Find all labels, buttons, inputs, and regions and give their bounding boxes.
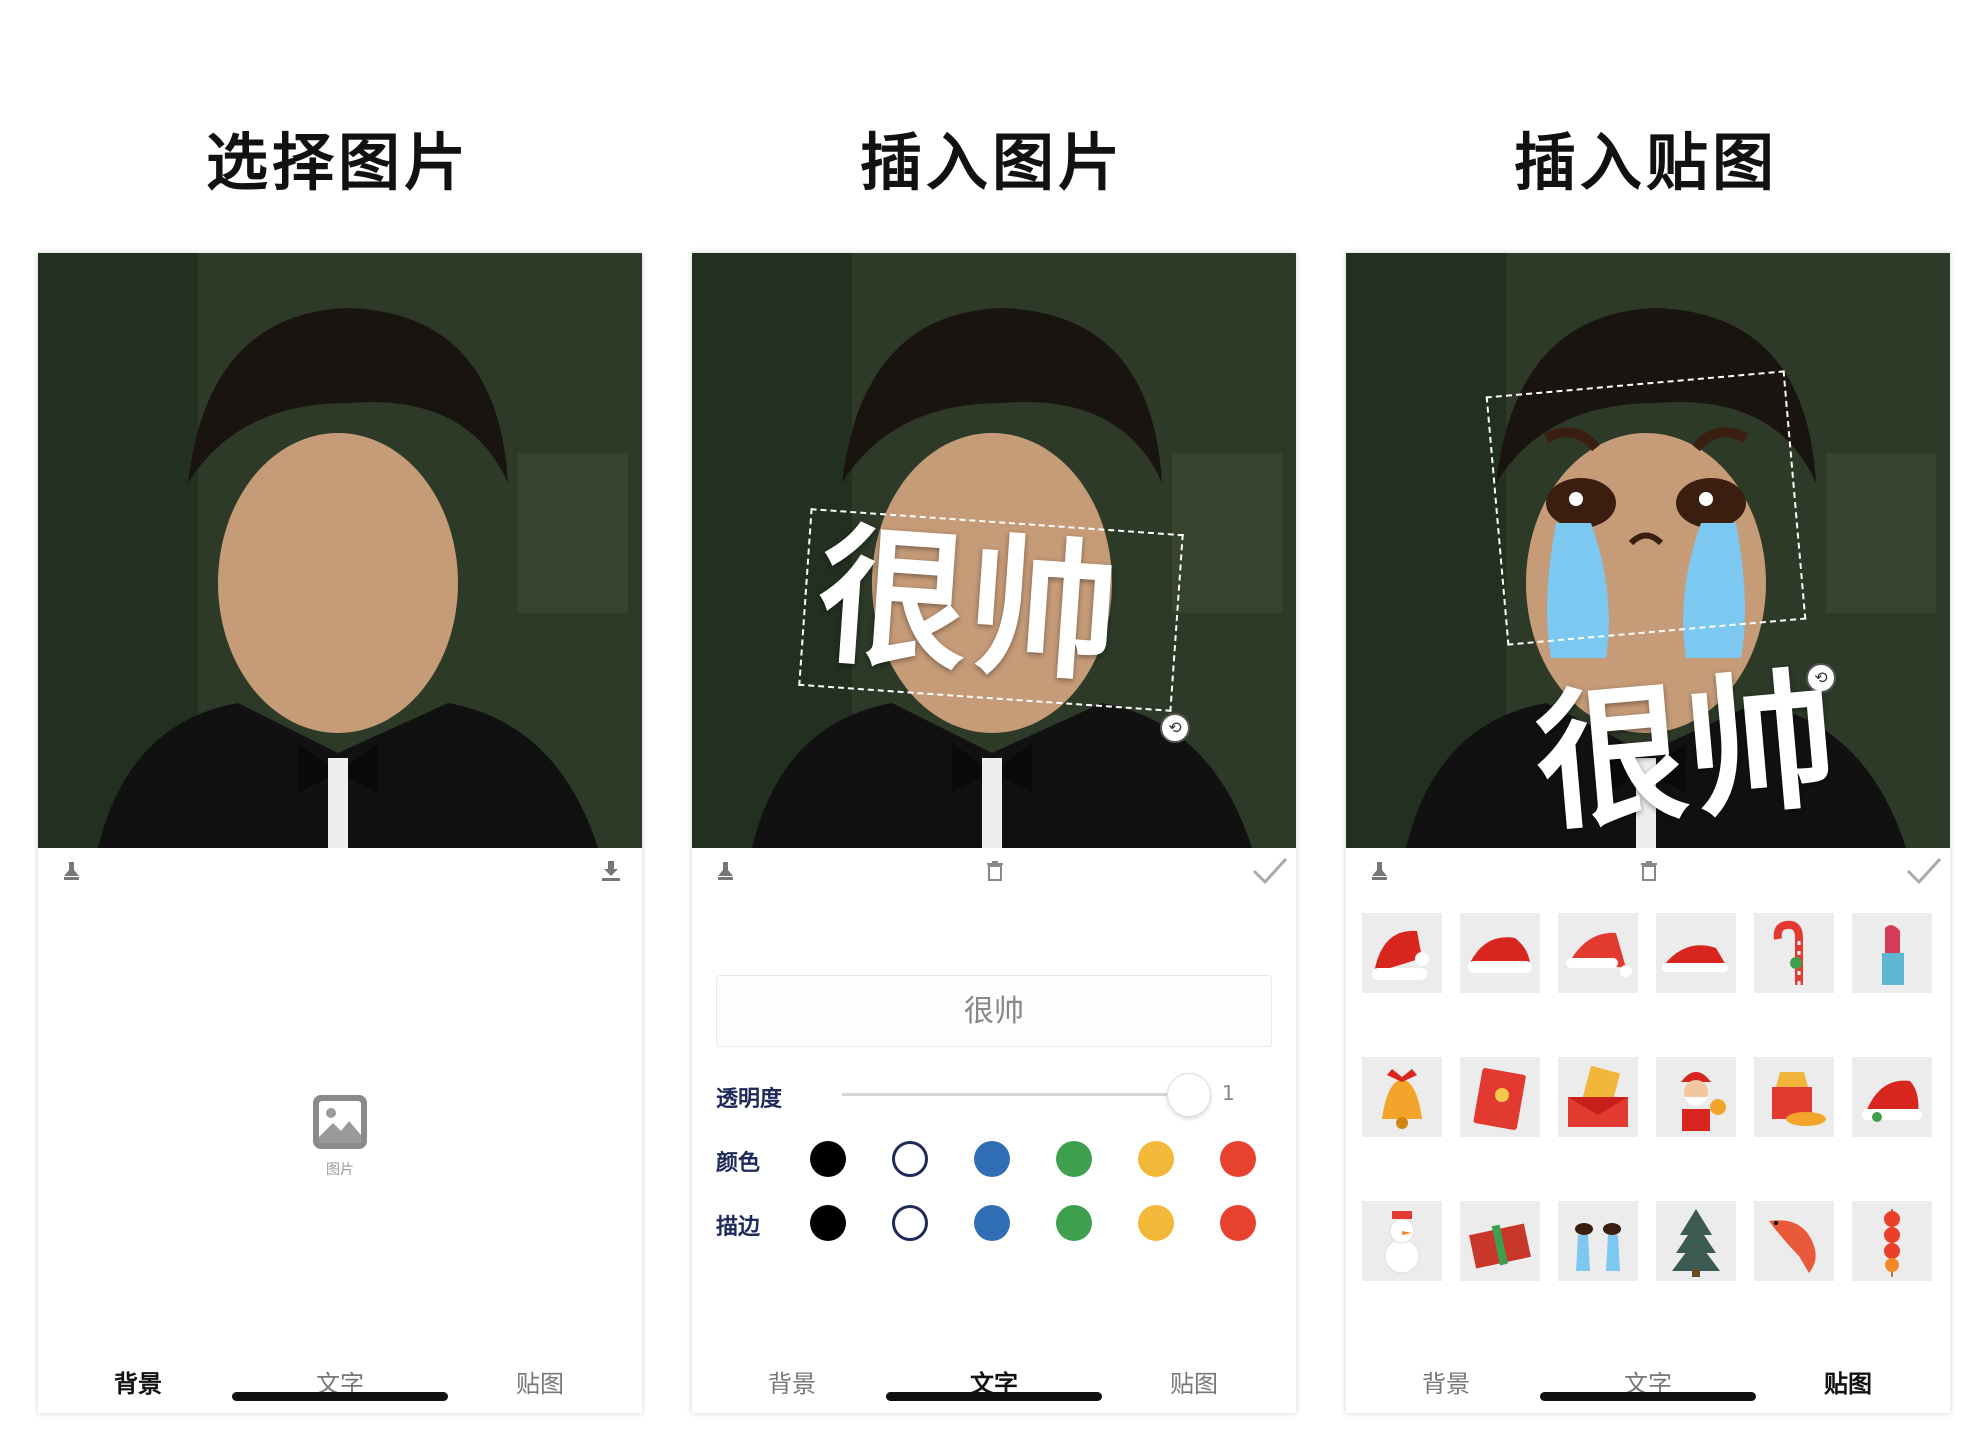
image-icon bbox=[313, 1095, 367, 1149]
opacity-value: 1 bbox=[1222, 1081, 1235, 1105]
choose-image-button[interactable]: 图片 bbox=[310, 1093, 370, 1179]
home-indicator bbox=[232, 1392, 448, 1401]
opacity-slider-knob[interactable] bbox=[1167, 1073, 1211, 1117]
tab-sticker[interactable]: 贴图 bbox=[470, 1364, 610, 1399]
trash-icon[interactable] bbox=[982, 858, 1008, 884]
sticker-christmas-tree[interactable] bbox=[1656, 1201, 1736, 1281]
phone-select-image: 图片 背景 文字 贴图 bbox=[38, 253, 642, 1413]
image-placeholder-label: 图片 bbox=[326, 1162, 354, 1178]
tab-bar: 背景 文字 贴图 bbox=[38, 1343, 642, 1413]
color-swatch-blue[interactable] bbox=[974, 1141, 1010, 1177]
tab-sticker[interactable]: 贴图 bbox=[1778, 1364, 1918, 1399]
trash-icon[interactable] bbox=[1636, 858, 1662, 884]
overlay-text: 很帅 bbox=[812, 509, 1124, 704]
opacity-label: 透明度 bbox=[716, 1087, 783, 1112]
tab-bar: 背景 文字 贴图 bbox=[1346, 1343, 1950, 1413]
stroke-swatch-yellow[interactable] bbox=[1138, 1205, 1174, 1241]
sticker-lipstick[interactable] bbox=[1852, 913, 1932, 993]
download-icon[interactable] bbox=[598, 858, 624, 884]
text-overlay-selection[interactable]: 很帅 bbox=[798, 508, 1184, 712]
color-swatch-yellow[interactable] bbox=[1138, 1141, 1174, 1177]
tab-background[interactable]: 背景 bbox=[68, 1364, 208, 1399]
sticker-candy-cane[interactable] bbox=[1754, 913, 1834, 993]
background-photo[interactable]: ⟲ 很帅 bbox=[1346, 253, 1950, 848]
sticker-red-envelope[interactable] bbox=[1460, 1057, 1540, 1137]
stroke-swatch-green[interactable] bbox=[1056, 1205, 1092, 1241]
home-indicator bbox=[1540, 1392, 1756, 1401]
sticker-red-envelope-open[interactable] bbox=[1558, 1057, 1638, 1137]
opacity-slider-track[interactable] bbox=[842, 1093, 1202, 1096]
sticker-candied-hawthorn[interactable] bbox=[1852, 1201, 1932, 1281]
stroke-swatch-blue[interactable] bbox=[974, 1205, 1010, 1241]
phone-insert-sticker: ⟲ 很帅 背景 文字 贴图 bbox=[1346, 253, 1950, 1413]
confirm-check-icon[interactable] bbox=[1250, 851, 1290, 891]
sticker-santa-hat[interactable] bbox=[1852, 1057, 1932, 1137]
sticker-gold-ingot[interactable] bbox=[1754, 1057, 1834, 1137]
phone-insert-text: 很帅 ⟲ 很帅 透明度 1 颜色 描边 背景 文字 贴图 bbox=[692, 253, 1296, 1413]
sticker-christmas-bell[interactable] bbox=[1362, 1057, 1442, 1137]
stroke-label: 描边 bbox=[716, 1215, 761, 1240]
eraser-icon[interactable] bbox=[60, 858, 86, 884]
stroke-swatch-red[interactable] bbox=[1220, 1205, 1256, 1241]
rotate-handle-icon[interactable]: ⟲ bbox=[1160, 713, 1190, 743]
panel-title-insert-image: 插入图片 bbox=[859, 126, 1124, 199]
overlay-text[interactable]: 很帅 bbox=[1529, 653, 1843, 848]
tab-background[interactable]: 背景 bbox=[1376, 1364, 1516, 1399]
color-swatch-green[interactable] bbox=[1056, 1141, 1092, 1177]
eraser-icon[interactable] bbox=[714, 858, 740, 884]
home-indicator bbox=[886, 1392, 1102, 1401]
sticker-gift-box[interactable] bbox=[1460, 1201, 1540, 1281]
background-photo[interactable] bbox=[38, 253, 642, 848]
sticker-santa-hat[interactable] bbox=[1656, 913, 1736, 993]
confirm-check-icon[interactable] bbox=[1904, 851, 1944, 891]
sticker-selection[interactable] bbox=[1485, 370, 1807, 646]
color-label: 颜色 bbox=[716, 1151, 761, 1176]
background-photo[interactable]: 很帅 ⟲ bbox=[692, 253, 1296, 848]
portrait-photo bbox=[38, 253, 642, 848]
panel-title-insert-sticker: 插入贴图 bbox=[1513, 126, 1778, 199]
color-swatch-white[interactable] bbox=[892, 1141, 928, 1177]
stroke-swatch-white[interactable] bbox=[892, 1205, 928, 1241]
color-swatch-red[interactable] bbox=[1220, 1141, 1256, 1177]
color-swatch-black[interactable] bbox=[810, 1141, 846, 1177]
sticker-crying-eyes[interactable] bbox=[1558, 1201, 1638, 1281]
tab-bar: 背景 文字 贴图 bbox=[692, 1343, 1296, 1413]
panel-title-select-image: 选择图片 bbox=[205, 126, 470, 199]
eraser-icon[interactable] bbox=[1368, 858, 1394, 884]
tab-background[interactable]: 背景 bbox=[722, 1364, 862, 1399]
sticker-santa-hat[interactable] bbox=[1362, 913, 1442, 993]
sticker-snowman[interactable] bbox=[1362, 1201, 1442, 1281]
sticker-santa-claus[interactable] bbox=[1656, 1057, 1736, 1137]
sticker-koi-fish[interactable] bbox=[1754, 1201, 1834, 1281]
sticker-santa-hat[interactable] bbox=[1460, 913, 1540, 993]
tab-sticker[interactable]: 贴图 bbox=[1124, 1364, 1264, 1399]
text-input-field[interactable]: 很帅 bbox=[716, 975, 1272, 1047]
stroke-swatch-black[interactable] bbox=[810, 1205, 846, 1241]
sticker-santa-hat[interactable] bbox=[1558, 913, 1638, 993]
